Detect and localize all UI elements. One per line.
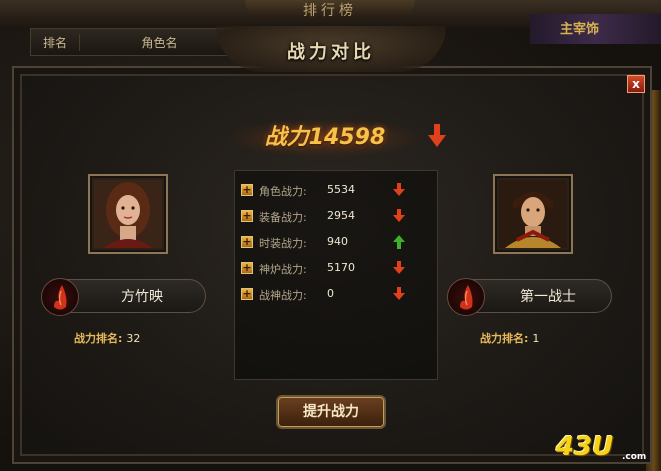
stat-value: 5534 [327, 183, 355, 196]
stat-value: 2954 [327, 209, 355, 222]
site-watermark-logo: 43U .com [556, 432, 656, 468]
plus-icon[interactable]: + [241, 288, 253, 300]
watermark-suffix: .com [622, 452, 647, 462]
flame-emblem-icon [447, 278, 485, 316]
down-arrow-icon [393, 183, 405, 196]
right-player-name-plate: 第一战士 [447, 278, 612, 316]
stats-panel: + 角色战力: 5534 + 装备战力: 2954 + 时装战力: 940 + … [234, 170, 438, 380]
power-down-arrow-icon [428, 124, 446, 147]
left-player-portrait[interactable] [88, 174, 168, 254]
stat-value: 0 [327, 287, 334, 300]
stat-value: 940 [327, 235, 348, 248]
down-arrow-icon [393, 209, 405, 222]
leaderboard-title: 排行榜 [245, 0, 415, 19]
down-arrow-icon [393, 261, 405, 274]
up-arrow-icon [393, 235, 405, 249]
stat-label: 神炉战力: [259, 263, 307, 276]
close-button[interactable]: x [627, 75, 645, 93]
left-rank-label: 战力排名: [74, 332, 123, 345]
left-player-name: 方竹映 [121, 289, 163, 305]
male-warrior-portrait-icon [499, 180, 567, 248]
plus-icon[interactable]: + [241, 236, 253, 248]
watermark-main: 43U [556, 432, 614, 462]
right-rank-value: 1 [532, 332, 540, 345]
down-arrow-icon [393, 287, 405, 300]
stat-row-wargod: + 战神战力: 0 [239, 284, 433, 304]
plus-icon[interactable]: + [241, 184, 253, 196]
right-player-portrait[interactable] [493, 174, 573, 254]
leaderboard-header: 排名 角色名 [30, 28, 240, 56]
stat-row-fashion: + 时装战力: 940 [239, 232, 433, 252]
flame-emblem-icon [41, 278, 79, 316]
right-player-rank: 战力排名: 1 [480, 330, 539, 346]
stat-label: 战神战力: [259, 289, 307, 302]
stat-label: 时装战力: [259, 237, 307, 250]
left-player-rank: 战力排名: 32 [74, 330, 140, 346]
stat-row-role: + 角色战力: 5534 [239, 180, 433, 200]
stat-row-furnace: + 神炉战力: 5170 [239, 258, 433, 278]
right-rank-label: 战力排名: [480, 332, 529, 345]
left-rank-value: 32 [126, 332, 141, 345]
stat-label: 装备战力: [259, 211, 307, 224]
stat-row-equipment: + 装备战力: 2954 [239, 206, 433, 226]
stat-label: 角色战力: [259, 185, 307, 198]
female-character-portrait-icon [94, 180, 162, 248]
total-power-display: 战力14598 [225, 118, 425, 158]
rank-column-header[interactable]: 排名 [31, 33, 80, 51]
right-player-name: 第一战士 [520, 289, 576, 305]
left-player-name-plate: 方竹映 [41, 278, 206, 316]
dialog-title: 战力对比 [287, 42, 375, 63]
corner-label: 主宰饰 [560, 22, 600, 37]
total-power-label: 战力14598 [264, 125, 386, 150]
stat-value: 5170 [327, 261, 355, 274]
plus-icon[interactable]: + [241, 210, 253, 222]
raise-power-button[interactable]: 提升战力 [276, 395, 386, 429]
plus-icon[interactable]: + [241, 262, 253, 274]
